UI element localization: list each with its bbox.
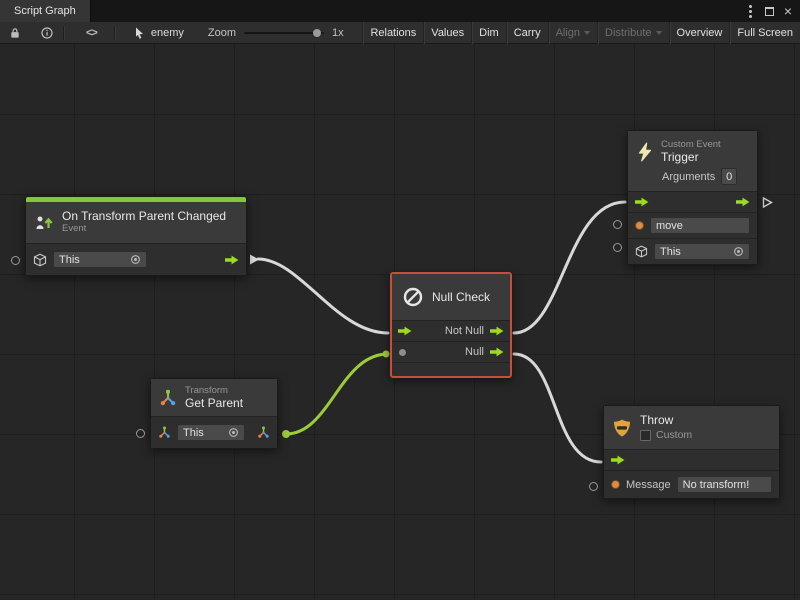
flow-input-arrow-icon[interactable] (611, 455, 625, 465)
unity-script-graph-window: Script Graph × <> enemy Zoom 1x Relation… (0, 0, 800, 600)
fullscreen-button[interactable]: Full Screen (729, 22, 800, 44)
object-picker-icon[interactable] (733, 246, 744, 257)
zoom-label: Zoom (208, 27, 236, 39)
flow-output-arrow-icon[interactable] (490, 326, 504, 336)
object-picker-icon[interactable] (130, 254, 141, 265)
cursor-icon (134, 27, 146, 39)
node-title: Throw (640, 414, 692, 427)
node-footer (392, 362, 510, 376)
window-menu-icon[interactable] (746, 3, 755, 20)
node-trigger-custom-event[interactable]: Custom Event Trigger Arguments 0 (627, 130, 758, 265)
dim-button[interactable]: Dim (471, 22, 506, 44)
flow-output-arrow-icon[interactable] (225, 255, 239, 265)
wire-endpoint-dot (383, 351, 390, 358)
toolbar-separator (63, 26, 64, 40)
value-input-port[interactable] (399, 349, 406, 356)
flow-port-triangle[interactable] (761, 196, 774, 209)
flow-output-arrow-icon[interactable] (736, 197, 750, 207)
transform-icon (159, 389, 177, 407)
custom-checkbox-label: Custom (656, 429, 692, 441)
node-title: On Transform Parent Changed (62, 210, 226, 223)
wire-null-to-throw[interactable] (514, 354, 601, 462)
node-subtitle: Event (62, 223, 226, 235)
values-button[interactable]: Values (423, 22, 471, 44)
null-port-label: Null (465, 346, 484, 358)
null-check-icon (402, 286, 424, 308)
trigger-target-left-port[interactable] (613, 243, 622, 252)
edit-source-icon[interactable]: <> (81, 22, 102, 44)
wire-endpoint-dot (282, 430, 290, 438)
transform-parent-changed-icon (34, 214, 54, 232)
graph-owner[interactable]: enemy (128, 27, 190, 39)
arguments-label: Arguments (662, 171, 715, 183)
flow-input-arrow-icon[interactable] (398, 326, 412, 336)
value-input-port[interactable] (611, 480, 620, 489)
graph-owner-name: enemy (151, 27, 184, 39)
zoom-value: 1x (332, 27, 344, 39)
graph-canvas[interactable]: On Transform Parent Changed Event This (0, 44, 800, 600)
window-maximize-icon[interactable] (765, 7, 774, 16)
getparent-left-port[interactable] (136, 429, 145, 438)
node-title: Get Parent (185, 397, 243, 410)
relations-button[interactable]: Relations (362, 22, 423, 44)
tab-script-graph[interactable]: Script Graph (0, 0, 91, 22)
overview-button[interactable]: Overview (669, 22, 730, 44)
wire-getparent-to-nullcheck[interactable] (286, 354, 388, 434)
trigger-name-left-port[interactable] (613, 220, 622, 229)
align-button[interactable]: Align (548, 22, 597, 44)
carry-button[interactable]: Carry (506, 22, 548, 44)
toolbar-separator (114, 26, 115, 40)
tab-title: Script Graph (14, 5, 76, 17)
object-picker-icon[interactable] (228, 427, 239, 438)
throw-message-left-port[interactable] (589, 482, 598, 491)
lightning-icon (636, 142, 654, 162)
window-close-icon[interactable]: × (784, 4, 792, 18)
message-field[interactable]: No transform! (677, 476, 772, 493)
node-on-transform-parent-changed[interactable]: On Transform Parent Changed Event This (25, 196, 247, 276)
node-throw[interactable]: Throw Custom Message No transform! (603, 405, 780, 499)
graph-toolbar: <> enemy Zoom 1x Relations Values Dim Ca… (0, 22, 800, 44)
zoom-slider[interactable] (244, 32, 324, 34)
transform-icon (158, 426, 171, 439)
zoom-slider-knob[interactable] (313, 29, 321, 37)
event-name-field[interactable]: move (650, 217, 750, 234)
lock-icon[interactable] (4, 22, 26, 44)
flow-input-arrow-icon[interactable] (635, 197, 649, 207)
tab-bar: Script Graph × (0, 0, 800, 22)
target-object-field[interactable]: This (654, 243, 750, 260)
node-get-parent[interactable]: Transform Get Parent This (150, 378, 278, 449)
window-controls: × (746, 0, 800, 22)
custom-checkbox[interactable] (640, 430, 651, 441)
wire-notnull-to-trigger[interactable] (514, 202, 625, 333)
not-null-port-label: Not Null (445, 325, 484, 337)
node-title: Trigger (661, 151, 721, 164)
chevron-down-icon (656, 31, 662, 35)
toolbar-buttons: Relations Values Dim Carry Align Distrib… (362, 22, 800, 44)
flow-port-triangle[interactable] (248, 253, 261, 266)
target-object-field[interactable]: This (53, 251, 147, 268)
value-input-port[interactable] (635, 221, 644, 230)
chevron-down-icon (584, 31, 590, 35)
target-object-field[interactable]: This (177, 424, 245, 441)
node-title: Null Check (432, 291, 490, 304)
gameobject-cube-icon (33, 253, 47, 267)
info-icon[interactable] (36, 22, 58, 44)
distribute-button[interactable]: Distribute (597, 22, 668, 44)
node-null-check[interactable]: Null Check Not Null Null (390, 272, 512, 378)
arguments-count-field[interactable]: 0 (721, 168, 737, 185)
gameobject-cube-icon (635, 245, 648, 258)
flow-output-arrow-icon[interactable] (490, 347, 504, 357)
wire-event-to-nullcheck[interactable] (258, 259, 388, 333)
transform-output-icon[interactable] (257, 426, 270, 439)
throw-icon (612, 418, 632, 438)
message-label: Message (626, 479, 671, 491)
event-left-port[interactable] (11, 256, 20, 265)
